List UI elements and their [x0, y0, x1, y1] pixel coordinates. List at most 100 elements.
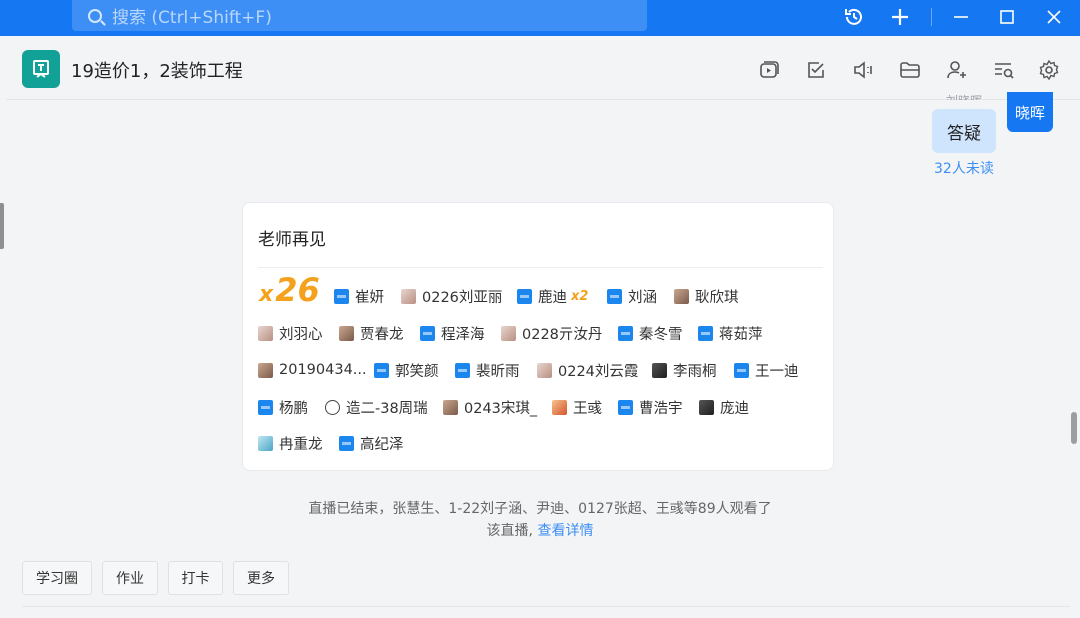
unread-count[interactable]: 32人未读	[934, 158, 994, 178]
settings-button[interactable]	[1037, 58, 1061, 82]
message-bubble[interactable]: 答疑	[932, 109, 996, 153]
add-button[interactable]	[880, 0, 920, 34]
member-chip[interactable]: 造二-38周瑞	[325, 397, 428, 417]
member-chip[interactable]: 王一迪	[734, 360, 799, 380]
member-name: 0226刘亚丽	[422, 289, 503, 306]
member-name: 蒋茹萍	[719, 326, 763, 343]
avatar	[334, 288, 349, 304]
live-video-button[interactable]	[757, 58, 781, 82]
member-chip[interactable]: 裴昕雨	[455, 360, 520, 380]
avatar	[552, 399, 567, 415]
avatar	[455, 362, 470, 378]
notice-line2-text: 该直播,	[486, 523, 533, 539]
card-divider	[258, 267, 823, 268]
check-in-button[interactable]: 打卡	[168, 561, 223, 595]
avatar	[339, 325, 354, 341]
avatar	[618, 325, 633, 341]
avatar[interactable]: 晓晖	[1007, 92, 1053, 132]
avatar	[607, 288, 622, 304]
minimize-button[interactable]	[941, 0, 981, 34]
sender-name: 刘晓晖	[946, 90, 982, 100]
member-chip[interactable]: 0224刘云霞	[537, 360, 638, 380]
member-chip[interactable]: 20190434...	[258, 360, 367, 380]
minimize-icon	[954, 16, 968, 18]
avatar	[258, 435, 273, 451]
member-chip[interactable]: 秦冬雪	[618, 323, 683, 343]
card-title: 老师再见	[258, 230, 326, 250]
member-chip[interactable]: 贾春龙	[339, 323, 404, 343]
member-name: 0228亓汝丹	[522, 326, 603, 343]
member-chip[interactable]: 冉重龙	[258, 433, 323, 453]
avatar	[258, 325, 273, 341]
history-button[interactable]	[834, 0, 874, 34]
member-chip[interactable]: 0243宋琪_	[443, 397, 537, 417]
member-name: 耿欣琪	[695, 289, 739, 306]
avatar	[699, 399, 714, 415]
member-name: 郭笑颜	[395, 363, 439, 380]
member-name: 20190434...	[279, 362, 367, 378]
member-name: 造二-38周瑞	[346, 400, 428, 417]
member-chip[interactable]: 0226刘亚丽	[401, 286, 502, 306]
member-name: 刘羽心	[279, 326, 323, 343]
files-button[interactable]	[898, 58, 922, 82]
search-input[interactable]: 搜索 (Ctrl+Shift+F)	[72, 0, 647, 31]
add-member-button[interactable]	[945, 58, 969, 82]
view-details-link[interactable]: 查看详情	[537, 523, 593, 539]
member-chip[interactable]: 王彧	[552, 397, 602, 417]
avatar	[374, 362, 389, 378]
avatar	[420, 325, 435, 341]
homework-button[interactable]: 作业	[102, 561, 158, 595]
avatar	[325, 399, 340, 415]
member-chip[interactable]: 杨鹏	[258, 397, 308, 417]
member-chip[interactable]: 刘涵	[607, 286, 657, 306]
member-chip[interactable]: 李雨桐	[652, 360, 717, 380]
avatar	[734, 362, 749, 378]
avatar	[258, 399, 273, 415]
member-chip[interactable]: 庞迪	[699, 397, 749, 417]
member-chip[interactable]: 曹浩宇	[618, 397, 683, 417]
group-book-icon	[33, 60, 49, 78]
task-button[interactable]	[804, 58, 828, 82]
panel-resize-handle[interactable]	[0, 203, 4, 249]
member-name: 冉重龙	[279, 436, 323, 453]
search-history-icon	[995, 63, 1014, 79]
scrollbar-thumb[interactable]	[1071, 412, 1077, 444]
avatar	[339, 435, 354, 451]
member-chip[interactable]: 蒋茹萍	[698, 323, 763, 343]
member-chip[interactable]: 程泽海	[420, 323, 485, 343]
close-button[interactable]	[1034, 0, 1074, 34]
input-divider	[22, 606, 1070, 607]
mute-speaker-icon	[854, 61, 872, 79]
member-name: 0224刘云霞	[558, 363, 639, 380]
search-history-button[interactable]	[992, 58, 1016, 82]
group-avatar[interactable]	[22, 50, 60, 88]
member-chip[interactable]: 0228亓汝丹	[501, 323, 602, 343]
member-name: 王一迪	[755, 363, 799, 380]
mute-button[interactable]	[851, 58, 875, 82]
member-chip[interactable]: 崔妍	[334, 286, 384, 306]
notice-line2: 该直播, 查看详情	[240, 520, 840, 542]
member-name: 0243宋琪_	[464, 400, 538, 417]
member-chip[interactable]: 耿欣琪	[674, 286, 739, 306]
count-prefix: x	[259, 282, 274, 307]
notice-line1: 直播已结束，张慧生、1-22刘子涵、尹迪、0127张超、王彧等89人观看了	[308, 501, 772, 517]
search-icon	[88, 8, 102, 23]
member-chip[interactable]: 刘羽心	[258, 323, 323, 343]
study-circle-button[interactable]: 学习圈	[22, 561, 92, 595]
member-name: 庞迪	[720, 400, 749, 417]
avatar	[258, 362, 273, 378]
member-name: 刘涵	[628, 289, 657, 306]
reaction-card: 老师再见 x 26 崔妍 0226刘亚丽 鹿迪 x2 刘涵 耿欣琪刘羽心 贾春龙 程泽海 022…	[242, 202, 834, 471]
avatar	[501, 325, 516, 341]
folder-icon	[900, 62, 920, 78]
member-chip[interactable]: 高纪泽	[339, 433, 404, 453]
chat-header: 19造价1，2装饰工程	[6, 38, 1080, 100]
member-chip[interactable]: 郭笑颜	[374, 360, 439, 380]
more-button[interactable]: 更多	[233, 561, 289, 595]
maximize-icon	[1000, 10, 1014, 24]
member-chip[interactable]: 鹿迪 x2	[517, 286, 588, 306]
count-value: 26	[275, 271, 320, 309]
group-title: 19造价1，2装饰工程	[71, 61, 243, 82]
member-name: 贾春龙	[360, 326, 404, 343]
maximize-button[interactable]	[987, 0, 1027, 34]
